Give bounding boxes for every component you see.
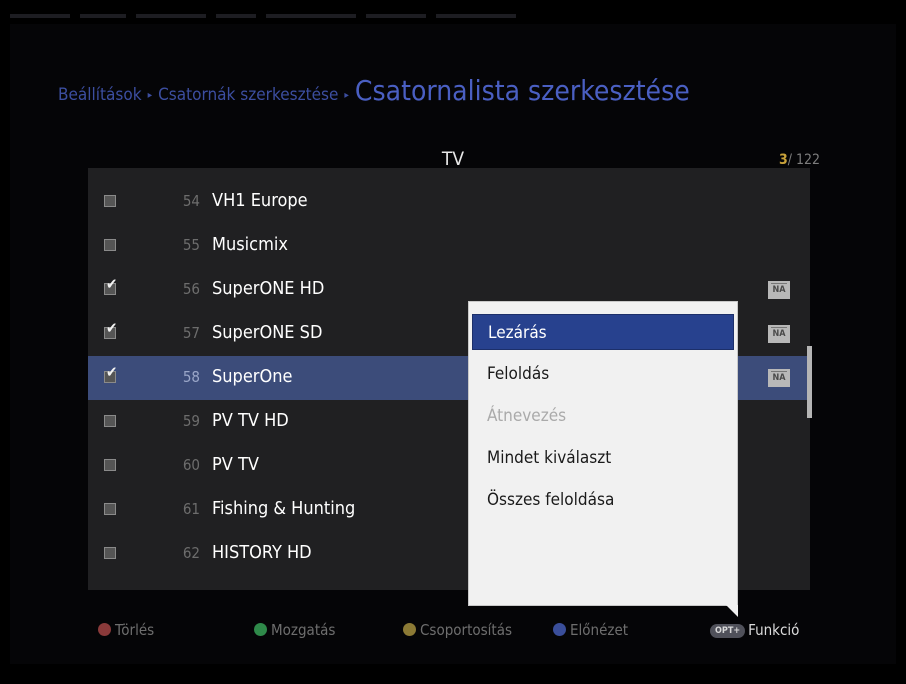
checkbox[interactable] — [104, 195, 116, 207]
delete-label: Törlés — [115, 621, 155, 639]
checkbox[interactable] — [104, 459, 116, 471]
top-strip — [10, 14, 896, 24]
blue-key-icon — [553, 623, 566, 636]
page-total: / 122 — [787, 152, 820, 168]
channel-number: 59 — [182, 412, 200, 430]
function-popup-menu: Lezárás Feloldás Átnevezés Mindet kiválaszt… — [468, 301, 738, 617]
checkmark-icon: ✔ — [106, 319, 118, 337]
channel-number: 62 — [182, 544, 200, 562]
move-label: Mozgatás — [271, 621, 336, 639]
channel-number: 58 — [182, 368, 200, 386]
opt-key-icon: OPT+ — [710, 624, 746, 638]
checkmark-icon: ✔ — [106, 275, 118, 293]
red-key-icon — [98, 623, 111, 636]
channel-number: 55 — [182, 236, 200, 254]
breadcrumb-separator-icon: ▸ — [147, 90, 153, 101]
lock-badge-icon: NA — [768, 281, 790, 299]
checkbox[interactable] — [104, 239, 116, 251]
channel-name: PV TV — [212, 454, 259, 475]
channel-row[interactable]: 55 Musicmix — [88, 224, 810, 268]
page-title: Csatornalista szerkesztése — [354, 74, 690, 107]
channel-name: SuperOne — [212, 366, 293, 387]
page-current: 3 — [778, 152, 788, 168]
delete-button[interactable]: Törlés — [98, 621, 154, 639]
preview-label: Előnézet — [570, 621, 629, 639]
channel-name: Musicmix — [212, 234, 288, 255]
channel-number: 61 — [182, 500, 200, 518]
checkbox[interactable]: ✔ — [104, 365, 117, 383]
channel-number: 56 — [182, 280, 200, 298]
page-counter: 3/ 122 — [779, 152, 820, 168]
checkbox[interactable]: ✔ — [104, 321, 117, 339]
menu-item[interactable]: Feloldás — [472, 356, 734, 392]
channel-number: 57 — [182, 324, 200, 342]
function-button[interactable]: OPT+ Funkció — [710, 621, 799, 639]
menu-item[interactable]: Mindet kiválaszt — [472, 440, 734, 476]
checkbox[interactable] — [104, 547, 116, 559]
breadcrumb: Beállítások ▸ Csatornák szerkesztése ▸ Csato… — [58, 74, 690, 107]
lock-badge-icon: NA — [768, 369, 790, 387]
checkbox[interactable]: ✔ — [104, 277, 117, 295]
green-key-icon — [254, 623, 267, 636]
preview-button[interactable]: Előnézet — [553, 621, 628, 639]
lock-badge-icon: NA — [768, 325, 790, 343]
menu-item: Átnevezés — [487, 406, 567, 426]
scrollbar[interactable] — [807, 346, 812, 418]
channel-name: PV TV HD — [212, 410, 289, 431]
channel-number: 54 — [182, 192, 200, 210]
breadcrumb-channel-edit[interactable]: Csatornák szerkesztése — [158, 85, 338, 105]
channel-row[interactable]: 54 VH1 Europe — [88, 180, 810, 224]
checkmark-icon: ✔ — [106, 363, 118, 381]
checkbox[interactable] — [104, 415, 116, 427]
function-label: Funkció — [748, 621, 800, 639]
group-button[interactable]: Csoportosítás — [403, 621, 512, 639]
channel-name: SuperONE HD — [212, 278, 325, 299]
channel-number: 60 — [182, 456, 200, 474]
footer-help-bar: Törlés Mozgatás Csoportosítás Előnézet O… — [0, 617, 906, 645]
yellow-key-icon — [403, 623, 416, 636]
list-title: TV — [441, 148, 465, 170]
breadcrumb-separator-icon: ▸ — [344, 90, 349, 101]
channel-name: SuperONE SD — [212, 322, 323, 343]
channel-name: Fishing & Hunting — [212, 498, 356, 519]
group-label: Csoportosítás — [420, 621, 512, 639]
breadcrumb-settings[interactable]: Beállítások — [58, 85, 142, 105]
move-button[interactable]: Mozgatás — [254, 621, 335, 639]
menu-item[interactable]: Összes feloldása — [472, 482, 734, 518]
checkbox[interactable] — [104, 503, 116, 515]
channel-name: VH1 Europe — [212, 190, 308, 211]
channel-name: HISTORY HD — [212, 542, 312, 563]
menu-item[interactable]: Lezárás — [472, 314, 734, 350]
